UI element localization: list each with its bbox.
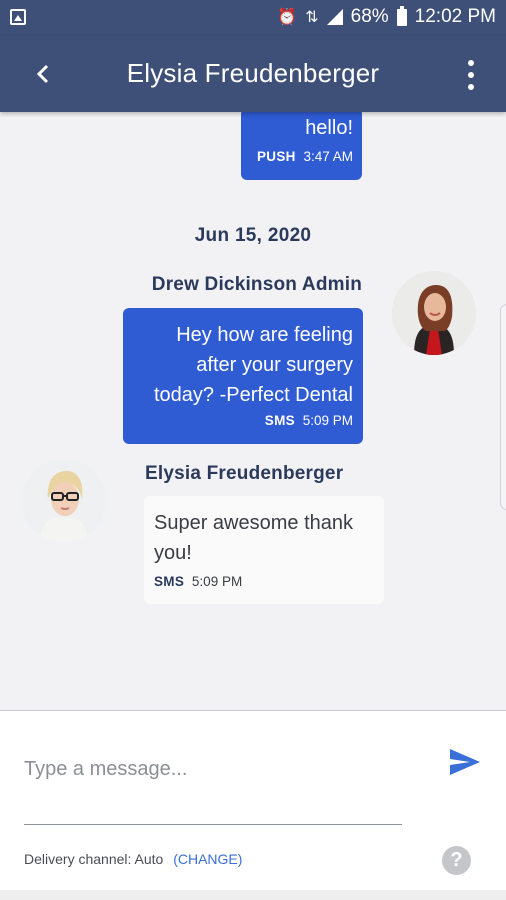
composer: Delivery channel: Auto (CHANGE) ? bbox=[0, 710, 506, 890]
message-list[interactable]: hello! PUSH 3:47 AM Jun 15, 2020 Drew Di… bbox=[0, 112, 506, 710]
avatar[interactable] bbox=[22, 459, 106, 543]
send-icon bbox=[450, 749, 480, 775]
message-line: after your surgery bbox=[196, 354, 353, 376]
status-right: ⏰ ⇅ 68% 12:02 PM bbox=[277, 5, 496, 28]
conversation-title: Elysia Freudenberger bbox=[126, 58, 380, 88]
change-delivery-link[interactable]: (CHANGE) bbox=[173, 851, 242, 867]
gallery-notification-icon bbox=[10, 9, 26, 25]
data-icon: ⇅ bbox=[305, 9, 319, 26]
message-channel: SMS bbox=[264, 413, 295, 428]
status-bar: ⏰ ⇅ 68% 12:02 PM bbox=[0, 0, 506, 36]
input-underline bbox=[24, 824, 402, 825]
sender-avatar-drew bbox=[392, 271, 476, 355]
message-time: 5:09 PM bbox=[302, 413, 353, 428]
more-vertical-icon-dot bbox=[468, 72, 474, 78]
message-bubble-outgoing[interactable]: Hey how are feeling after your surgery t… bbox=[123, 308, 363, 444]
message-meta: SMS 5:09 PM bbox=[154, 574, 374, 589]
edge-panel-handle[interactable] bbox=[500, 304, 506, 510]
signal-icon bbox=[326, 9, 343, 25]
message-line: Super awesome thank bbox=[154, 512, 354, 534]
status-time: 12:02 PM bbox=[414, 6, 496, 27]
message-channel: SMS bbox=[154, 574, 185, 589]
delivery-channel: Delivery channel: Auto (CHANGE) bbox=[24, 851, 242, 867]
message-time: 3:47 AM bbox=[303, 149, 353, 164]
message-meta: SMS 5:09 PM bbox=[133, 413, 353, 428]
sender-name: Drew Dickinson Admin bbox=[151, 274, 362, 295]
message-text: Super awesome thank you! bbox=[154, 508, 374, 568]
message-meta: PUSH 3:47 AM bbox=[250, 149, 353, 164]
more-vertical-icon-dot bbox=[468, 84, 474, 90]
message-line: you! bbox=[154, 542, 192, 564]
avatar[interactable] bbox=[392, 271, 476, 355]
battery-percent: 68% bbox=[350, 6, 389, 27]
more-options-button[interactable] bbox=[466, 60, 476, 90]
message-line: today? -Perfect Dental bbox=[154, 384, 353, 406]
delivery-channel-label: Delivery channel: Auto bbox=[24, 851, 164, 867]
message-text: hello! bbox=[305, 117, 353, 139]
battery-icon bbox=[396, 5, 407, 26]
message-channel: PUSH bbox=[256, 149, 296, 164]
message-text: Hey how are feeling after your surgery t… bbox=[133, 320, 353, 410]
app-bar: Elysia Freudenberger bbox=[0, 36, 506, 112]
send-button[interactable] bbox=[448, 747, 484, 779]
message-bubble-outgoing[interactable]: hello! PUSH 3:47 AM bbox=[241, 112, 362, 180]
message-time: 5:09 PM bbox=[191, 574, 243, 589]
sender-name: Elysia Freudenberger bbox=[145, 463, 344, 484]
bottom-edge bbox=[0, 890, 506, 900]
sender-avatar-elysia bbox=[22, 459, 106, 543]
message-bubble-incoming[interactable]: Super awesome thank you! SMS 5:09 PM bbox=[144, 496, 384, 604]
message-line: Hey how are feeling bbox=[176, 324, 353, 346]
date-separator: Jun 15, 2020 bbox=[194, 225, 312, 246]
message-input[interactable] bbox=[24, 751, 402, 787]
more-vertical-icon-dot bbox=[468, 60, 474, 66]
help-icon[interactable]: ? bbox=[442, 846, 471, 875]
alarm-icon: ⏰ bbox=[277, 9, 298, 26]
